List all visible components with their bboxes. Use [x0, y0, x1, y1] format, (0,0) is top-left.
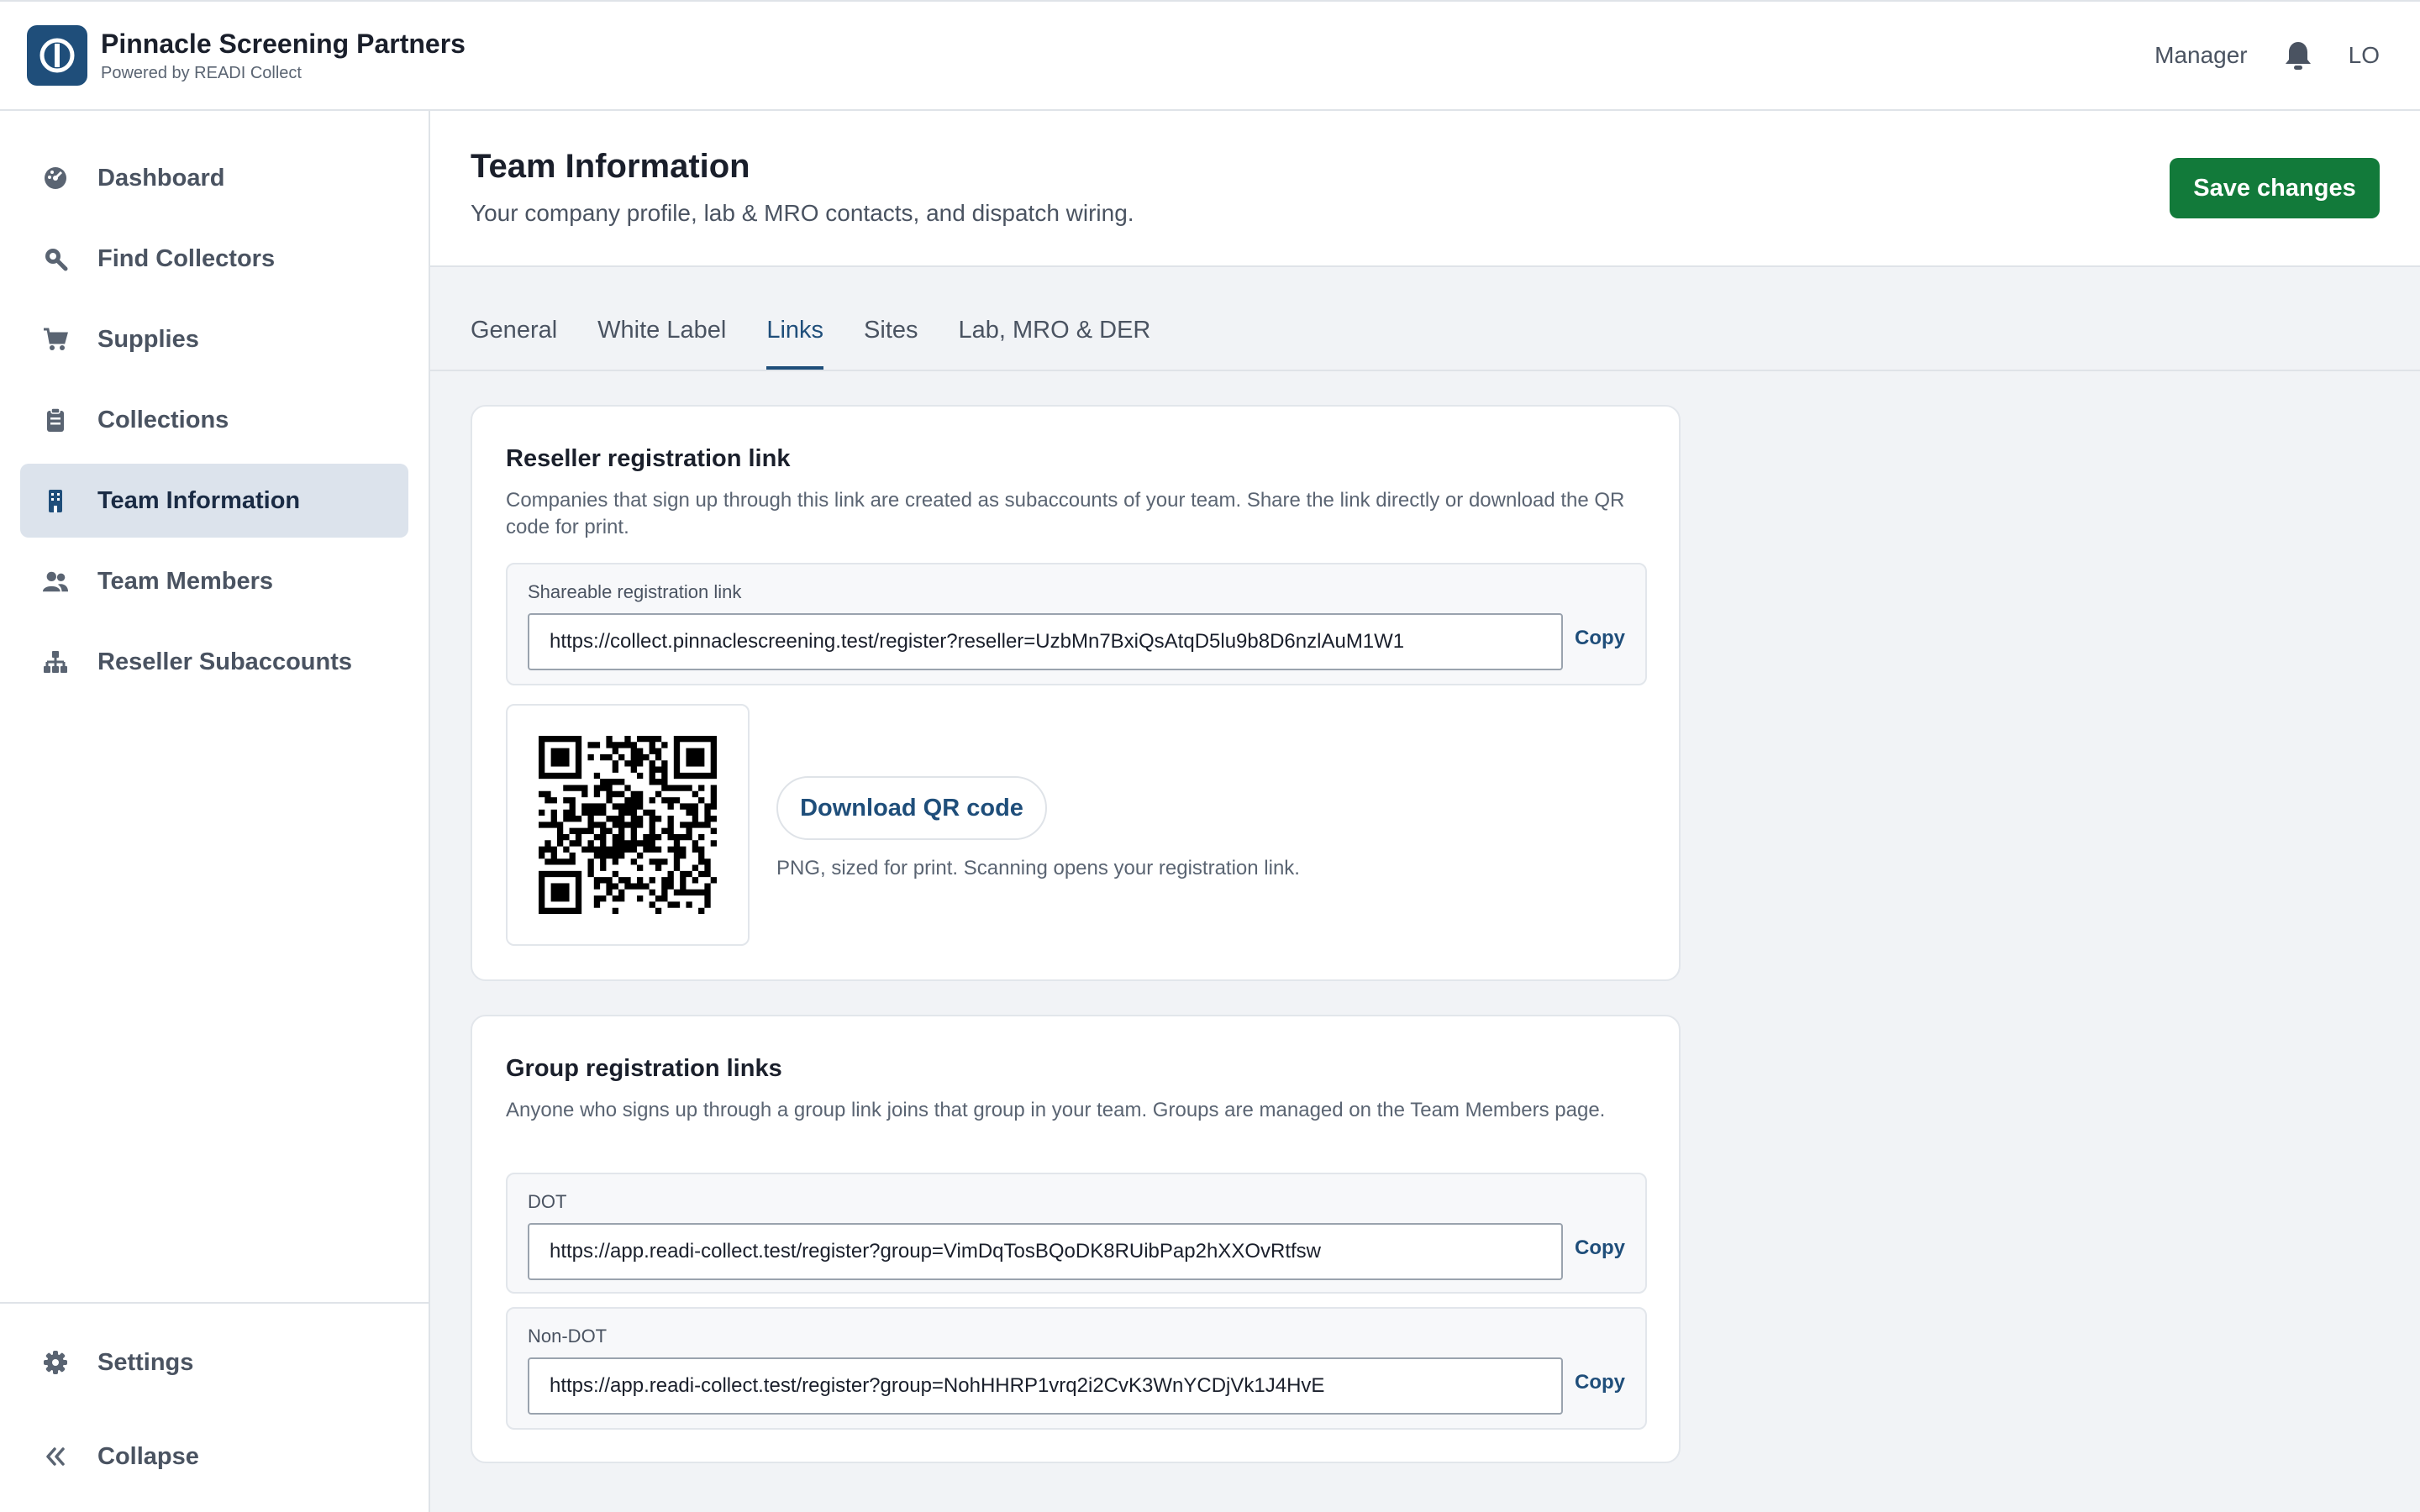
top-bar: Pinnacle Screening Partners Powered by R… — [0, 0, 2420, 111]
sidebar-item-label: Team Information — [97, 486, 301, 514]
user-avatar[interactable]: LO — [2349, 42, 2380, 69]
dashboard-icon — [42, 165, 69, 192]
qr-code-image — [539, 736, 717, 914]
page-title: Team Information — [471, 148, 750, 185]
hierarchy-icon — [42, 648, 69, 675]
group-copy-button-non-dot[interactable]: Copy — [1575, 1371, 1625, 1394]
reseller-link-box: Shareable registration link Copy — [506, 563, 1647, 685]
cart-icon — [42, 326, 69, 353]
tab-sites[interactable]: Sites — [864, 265, 918, 370]
sidebar-item-settings[interactable]: Settings — [20, 1326, 408, 1399]
group-link-label: DOT — [528, 1191, 567, 1212]
reseller-link-label: Shareable registration link — [528, 581, 742, 602]
group-link-box-non-dot: Non-DOT Copy — [506, 1307, 1647, 1430]
sidebar-item-label: Reseller Subaccounts — [97, 648, 352, 675]
qr-code — [506, 704, 750, 946]
sidebar-item-dashboard[interactable]: Dashboard — [20, 141, 408, 215]
reseller-registration-card: Reseller registration link Companies tha… — [471, 405, 1681, 981]
tab-general[interactable]: General — [471, 265, 557, 370]
collapse-label: Collapse — [97, 1442, 199, 1470]
users-icon — [42, 568, 69, 595]
sidebar-item-supplies[interactable]: Supplies — [20, 302, 408, 376]
sidebar-item-collapse[interactable]: Collapse — [20, 1420, 408, 1494]
brand-logo-icon — [27, 25, 87, 86]
reseller-card-title: Reseller registration link — [506, 445, 791, 472]
reseller-card-description: Companies that sign up through this link… — [506, 489, 1625, 538]
sidebar: Dashboard Find Collectors Supplies Colle… — [0, 111, 430, 1512]
brand: Pinnacle Screening Partners Powered by R… — [27, 25, 466, 86]
group-card-description: Anyone who signs up through a group link… — [506, 1099, 1606, 1121]
gear-icon — [42, 1349, 69, 1376]
tab-bar: General White Label Links Sites Lab, MRO… — [430, 267, 2420, 371]
building-icon — [42, 487, 69, 514]
sidebar-item-label: Supplies — [97, 325, 199, 353]
group-copy-button-dot[interactable]: Copy — [1575, 1236, 1625, 1260]
group-link-input-dot[interactable] — [528, 1223, 1563, 1280]
sidebar-item-collections[interactable]: Collections — [20, 383, 408, 457]
double-chevron-left-icon — [42, 1443, 69, 1470]
sidebar-footer: Settings Collapse — [0, 1302, 429, 1512]
sidebar-item-label: Find Collectors — [97, 244, 276, 272]
sidebar-item-label: Collections — [97, 406, 229, 433]
sidebar-item-reseller-subaccounts[interactable]: Reseller Subaccounts — [20, 625, 408, 699]
page-header: Team Information Your company profile, l… — [430, 111, 2420, 267]
sidebar-nav: Dashboard Find Collectors Supplies Colle… — [0, 111, 429, 699]
sidebar-item-team-members[interactable]: Team Members — [20, 544, 408, 618]
search-icon — [42, 245, 69, 272]
group-link-label: Non-DOT — [528, 1326, 608, 1347]
tab-white-label[interactable]: White Label — [597, 265, 726, 370]
reseller-copy-button[interactable]: Copy — [1575, 627, 1625, 650]
tab-links[interactable]: Links — [766, 265, 824, 370]
qr-note: PNG, sized for print. Scanning opens you… — [776, 857, 1300, 879]
clipboard-icon — [42, 407, 69, 433]
download-qr-button[interactable]: Download QR code — [776, 776, 1047, 840]
sidebar-item-team-information[interactable]: Team Information — [20, 464, 408, 538]
settings-label: Settings — [97, 1348, 194, 1376]
group-link-input-non-dot[interactable] — [528, 1357, 1563, 1415]
group-registration-card: Group registration links Anyone who sign… — [471, 1015, 1681, 1463]
page-subtitle: Your company profile, lab & MRO contacts… — [471, 200, 1134, 226]
sidebar-item-find-collectors[interactable]: Find Collectors — [20, 222, 408, 296]
group-card-title: Group registration links — [506, 1055, 782, 1082]
group-link-box-dot: DOT Copy — [506, 1173, 1647, 1294]
brand-subtitle: Powered by READI Collect — [101, 64, 302, 82]
tab-lab-mro-der[interactable]: Lab, MRO & DER — [959, 265, 1151, 370]
sidebar-item-label: Dashboard — [97, 164, 225, 192]
sidebar-item-label: Team Members — [97, 567, 273, 595]
brand-name: Pinnacle Screening Partners — [101, 29, 466, 59]
reseller-link-input[interactable] — [528, 613, 1563, 670]
bell-icon[interactable] — [2281, 39, 2315, 72]
role-menu[interactable]: Manager — [2154, 42, 2248, 69]
save-changes-button[interactable]: Save changes — [2170, 158, 2380, 218]
